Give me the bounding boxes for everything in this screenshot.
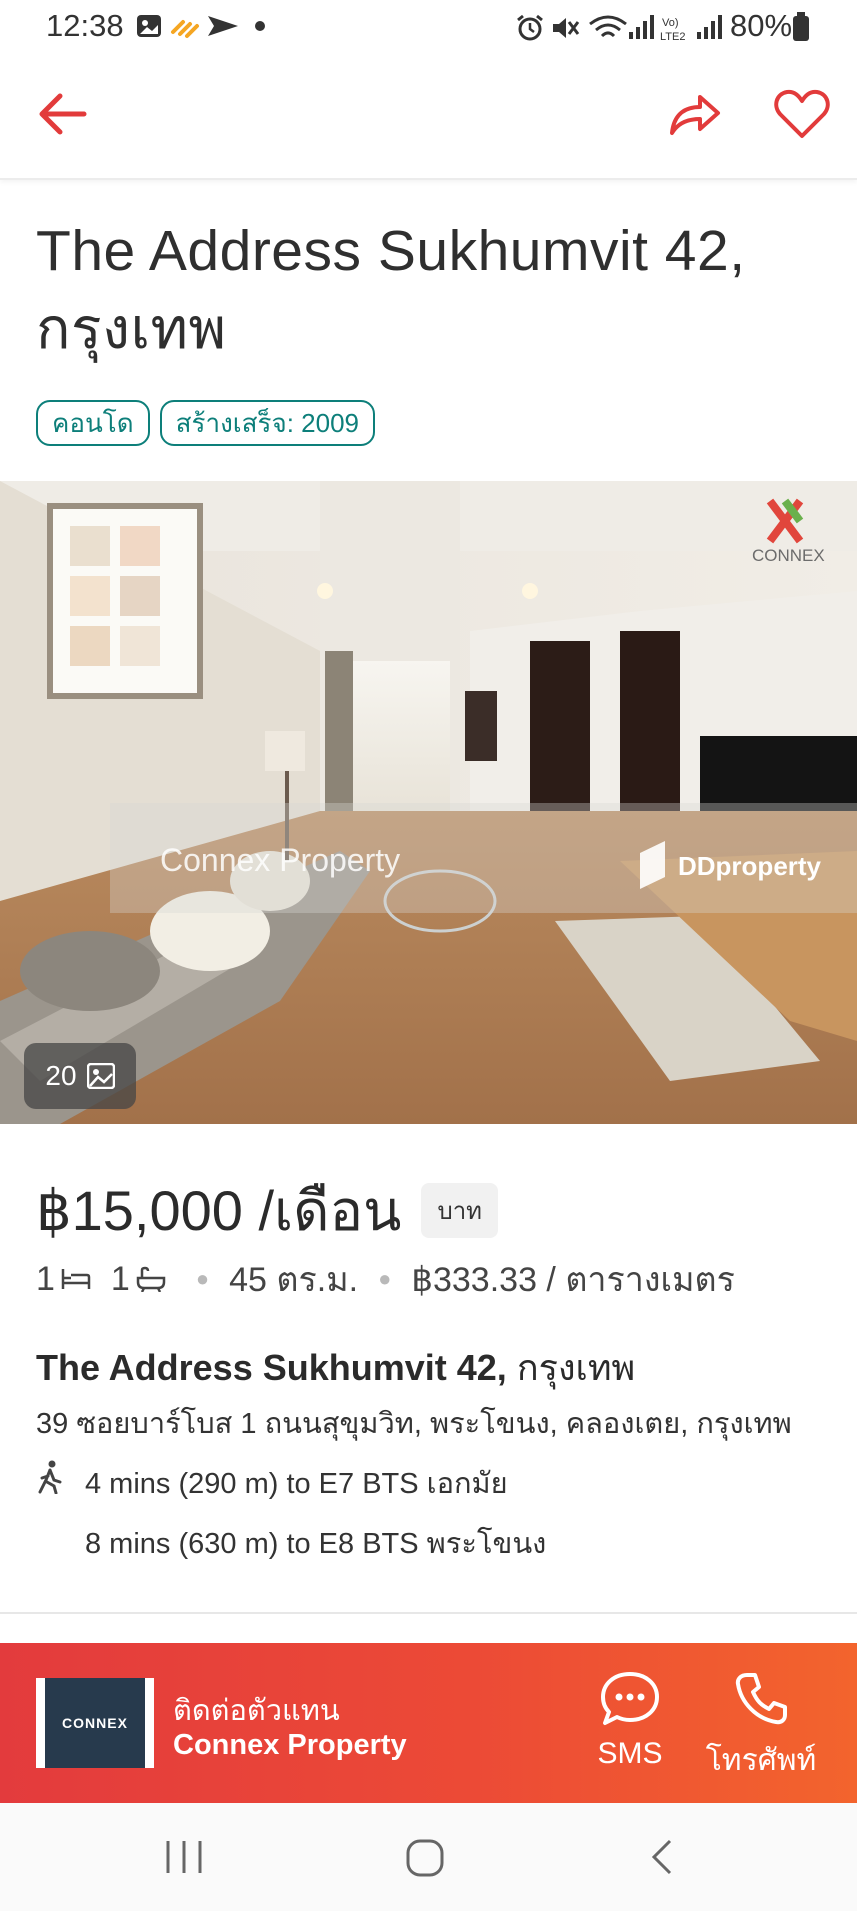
address: 39 ซอยบาร์โบส 1 ถนนสุขุมวิท, พระโขนง, คล…	[36, 1408, 792, 1440]
gallery-notification-icon	[137, 15, 161, 37]
separator-dot: ●	[378, 1266, 392, 1291]
contact-agent-label: ติดต่อตัวแทน	[173, 1695, 340, 1727]
back-nav-icon[interactable]	[648, 1837, 678, 1881]
photo-count: 20	[45, 1060, 77, 1091]
volte-icon: Vo) LTE2	[660, 17, 685, 42]
bathroom-count: 1	[110, 1259, 130, 1298]
status-bar: 12:38 Vo) LTE2 80%	[0, 0, 857, 52]
bed-icon	[61, 1269, 91, 1289]
photo-count-button[interactable]: 20	[24, 1043, 136, 1109]
alarm-icon	[517, 14, 543, 41]
favorite-button[interactable]	[770, 82, 834, 146]
dot-icon	[255, 21, 265, 31]
tag-property-type: คอนโด	[36, 400, 150, 446]
sms-button[interactable]: SMS	[590, 1671, 670, 1781]
project-name: The Address Sukhumvit 42, กรุงเทพ	[36, 1339, 635, 1396]
mute-icon	[553, 18, 580, 38]
price-per-sqm: ฿333.33 / ตารางเมตร	[411, 1261, 735, 1299]
call-label: โทรศัพท์	[705, 1744, 817, 1777]
send-notification-icon	[208, 16, 238, 36]
tag-list: คอนโด สร้างเสร็จ: 2009	[36, 400, 376, 446]
listing-photo[interactable]: Connex Property DDproperty CONNEX	[0, 481, 857, 1124]
walking-icon	[38, 1460, 62, 1494]
sms-label: SMS	[597, 1737, 663, 1770]
transit-item: 4 mins (290 m) to E7 BTS เอกมัย	[85, 1468, 508, 1500]
arrow-left-icon	[39, 93, 87, 135]
signal-2-icon	[697, 15, 722, 39]
battery-percentage: 80%	[730, 8, 793, 43]
listing-title: The Address Sukhumvit 42, กรุงเทพ	[36, 219, 746, 361]
app-bar	[0, 52, 857, 180]
living-room-photo: Connex Property DDproperty CONNEX	[0, 481, 857, 1124]
separator-dot: ●	[195, 1266, 210, 1291]
battery-icon	[793, 12, 809, 41]
watermark-ddproperty: DDproperty	[678, 851, 822, 881]
system-nav-bar	[0, 1803, 857, 1911]
transit-item: 8 mins (630 m) to E8 BTS พระโขนง	[85, 1528, 547, 1560]
price-row: ฿15,000 /เดือน บาท	[36, 1166, 498, 1255]
bathtub-icon	[136, 1266, 166, 1292]
back-button[interactable]	[30, 82, 94, 146]
recent-apps-icon[interactable]	[162, 1837, 206, 1877]
share-button[interactable]	[662, 82, 726, 146]
signal-icon	[629, 15, 654, 39]
listing-price: ฿15,000 /เดือน	[36, 1179, 402, 1242]
share-icon	[670, 95, 720, 135]
floor-area: 45 ตร.ม.	[229, 1261, 359, 1299]
project-title: The Address Sukhumvit 42,	[36, 1347, 507, 1388]
heart-icon	[774, 89, 830, 138]
agent-logo: CONNEX	[36, 1678, 154, 1768]
connex-logo-watermark: CONNEX	[752, 546, 825, 565]
home-icon[interactable]	[404, 1837, 448, 1881]
image-icon	[86, 1063, 115, 1089]
watermark-connex: Connex Property	[160, 842, 400, 878]
listing-facts: 1 1 ● 45 ตร.ม. ● ฿333.33 / ตารางเมตร	[36, 1252, 735, 1306]
currency-badge: บาท	[421, 1183, 498, 1238]
svg-text:Vo): Vo)	[662, 17, 679, 29]
bedroom-count: 1	[36, 1259, 55, 1298]
app-notification-icon	[171, 20, 199, 38]
call-button[interactable]: โทรศัพท์	[696, 1671, 826, 1781]
wifi-icon	[589, 15, 627, 38]
contact-agent-bar: CONNEX ติดต่อตัวแทน Connex Property SMS …	[0, 1643, 857, 1803]
phone-icon	[735, 1673, 787, 1725]
section-divider	[0, 1612, 857, 1614]
status-time: 12:38	[46, 8, 124, 43]
chat-bubble-icon	[601, 1672, 659, 1725]
project-city: กรุงเทพ	[516, 1347, 636, 1388]
tag-completion-year: สร้างเสร็จ: 2009	[159, 400, 376, 446]
svg-text:LTE2: LTE2	[660, 31, 685, 42]
agent-name: Connex Property	[173, 1729, 407, 1761]
